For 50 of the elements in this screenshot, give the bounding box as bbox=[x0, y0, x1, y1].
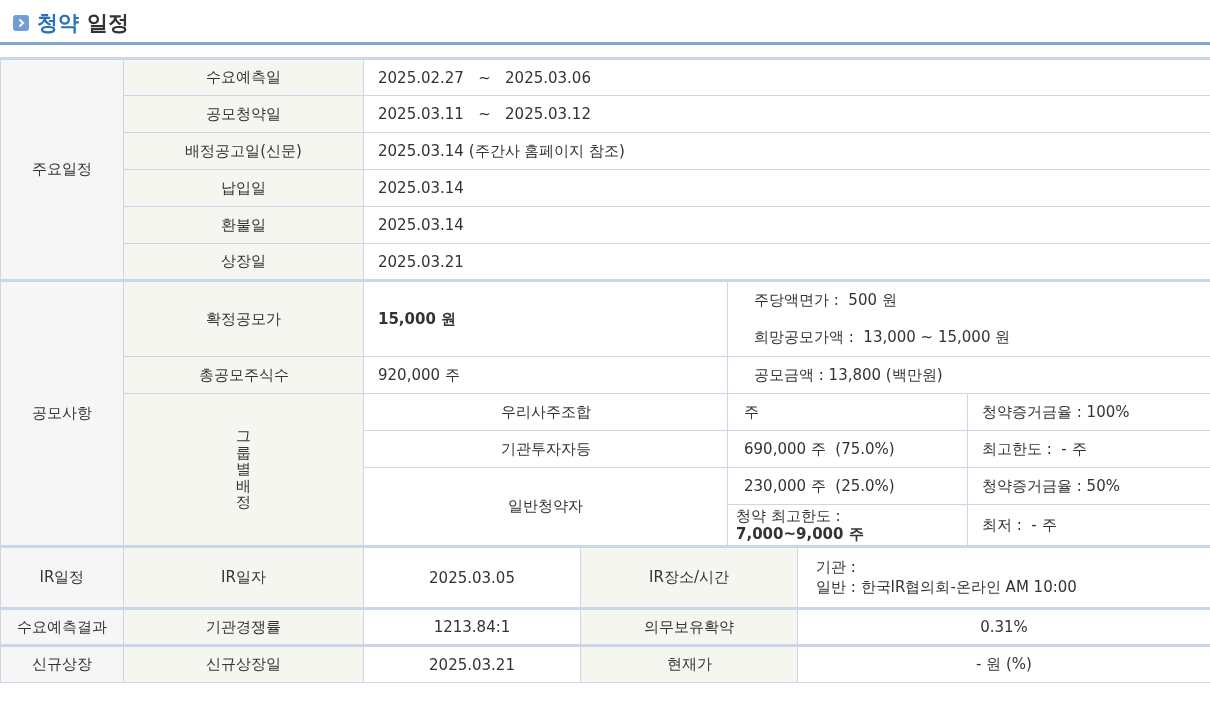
price-note: 희망공모가액 : 13,000 ~ 15,000 원 bbox=[754, 327, 1012, 348]
table-cell: 2025.03.14 bbox=[363, 169, 1210, 207]
row-label: 배정공고일(신문) bbox=[123, 132, 364, 170]
table-cell: 최고한도 : - 주 bbox=[967, 430, 1210, 468]
row-label: 의무보유확약 bbox=[580, 608, 798, 646]
section-title: 일정 bbox=[87, 10, 129, 37]
table-cell: 2025.03.05 bbox=[363, 546, 581, 609]
row-label: 확정공모가 bbox=[123, 280, 364, 357]
section-label: IR일정 bbox=[0, 546, 124, 609]
section-label: 신규상장 bbox=[0, 645, 124, 683]
row-label: 현재가 bbox=[580, 645, 798, 683]
table-cell: 920,000 주 bbox=[363, 356, 728, 394]
table-cell: 주 bbox=[727, 393, 968, 431]
table-cell: 2025.02.27 ~ 2025.03.06 bbox=[363, 58, 1210, 96]
table-cell: 2025.03.14 (주간사 홈페이지 참조) bbox=[363, 132, 1210, 170]
table-cell: 공모금액 : 13,800 (백만원) bbox=[727, 356, 1210, 394]
chevron-icon bbox=[13, 15, 29, 31]
row-label: 신규상장일 bbox=[123, 645, 364, 683]
table-cell: 2025.03.21 bbox=[363, 645, 581, 683]
table-cell: 최저 : - 주 bbox=[967, 504, 1210, 547]
section-label: 수요예측결과 bbox=[0, 608, 124, 646]
table-cell: 2025.03.14 bbox=[363, 206, 1210, 244]
table-cell: 0.31% bbox=[797, 608, 1210, 646]
section-label: 공모사항 bbox=[0, 280, 124, 547]
table-cell: 1213.84:1 bbox=[363, 608, 581, 646]
table-cell: 청약증거금율 : 100% bbox=[967, 393, 1210, 431]
table-cell: 기관투자자등 bbox=[363, 430, 728, 468]
table-cell: 230,000 주 (25.0%) bbox=[727, 467, 968, 505]
section-label: 주요일정 bbox=[0, 58, 124, 281]
row-label: 납입일 bbox=[123, 169, 364, 207]
table-cell: 15,000 원 bbox=[363, 280, 728, 357]
row-label: IR장소/시간 bbox=[580, 546, 798, 609]
table-cell: 일반청약자 bbox=[363, 467, 728, 547]
ir-place-line: 기관 : bbox=[816, 558, 857, 578]
table-cell: 690,000 주 (75.0%) bbox=[727, 430, 968, 468]
table-cell: 우리사주조합 bbox=[363, 393, 728, 431]
table-cell: - 원 (%) bbox=[797, 645, 1210, 683]
table-cell: 청약 최고한도 : 7,000~9,000 주 bbox=[727, 504, 968, 547]
row-label: IR일자 bbox=[123, 546, 364, 609]
table-cell: 청약증거금율 : 50% bbox=[967, 467, 1210, 505]
table-cell: 2025.03.11 ~ 2025.03.12 bbox=[363, 95, 1210, 133]
row-label: 총공모주식수 bbox=[123, 356, 364, 394]
price-note: 주당액면가 : 500 원 bbox=[754, 290, 898, 311]
section-title: 청약 bbox=[37, 10, 79, 37]
row-label: 공모청약일 bbox=[123, 95, 364, 133]
row-label: 그룹별배정 bbox=[123, 393, 364, 547]
row-label: 환불일 bbox=[123, 206, 364, 244]
ir-place-line: 일반 : 한국IR협의회-온라인 AM 10:00 bbox=[816, 577, 1078, 597]
row-label: 기관경쟁률 bbox=[123, 608, 364, 646]
row-label: 수요예측일 bbox=[123, 58, 364, 96]
